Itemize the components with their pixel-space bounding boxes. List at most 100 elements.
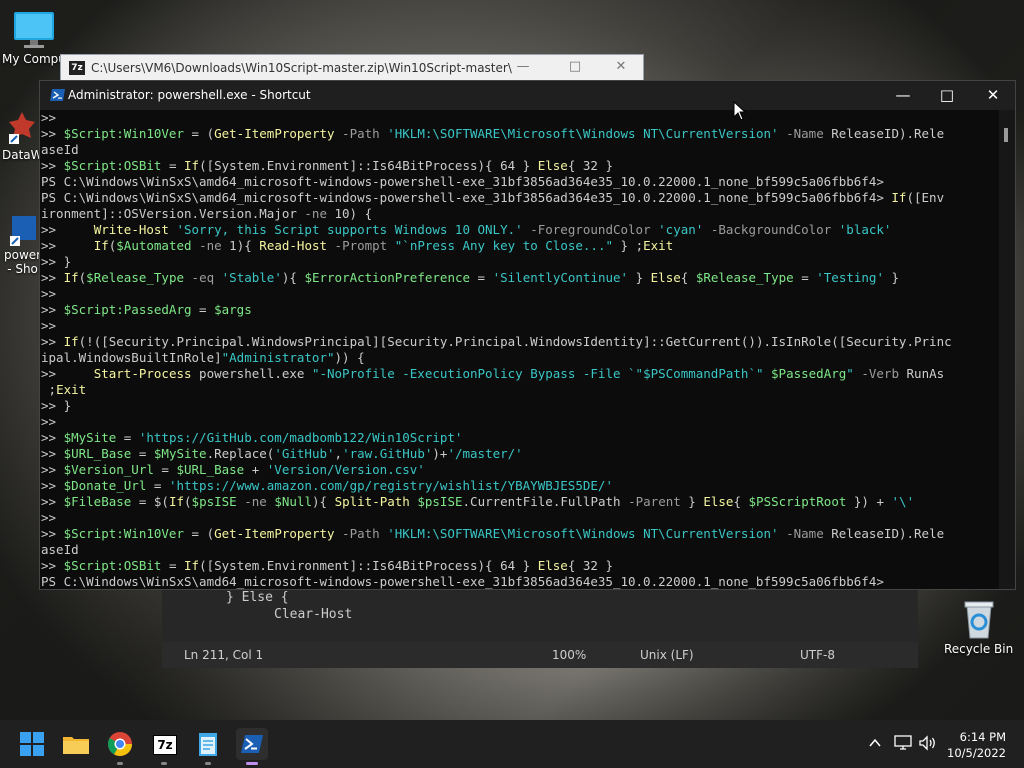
network-icon[interactable] <box>893 734 913 752</box>
console-token: "Administrator" <box>221 350 335 365</box>
console-token: $FileBase <box>63 494 132 509</box>
console-token: >> <box>41 510 57 525</box>
console-token: { <box>733 494 749 509</box>
desktop-icon-powershell-shortcut[interactable]: power - Sho <box>4 212 41 276</box>
console-token: } <box>883 270 900 285</box>
console-token: $Release_Type <box>86 270 185 285</box>
console-token: { <box>680 270 696 285</box>
close-button[interactable]: ✕ <box>970 84 1016 108</box>
console-token: 'raw.GitHub' <box>342 446 433 461</box>
chevron-up-icon[interactable] <box>868 736 882 750</box>
desktop-icon-label-line2: - Sho <box>7 262 38 276</box>
clock-time: 6:14 PM <box>959 730 1006 744</box>
console-token: >> <box>41 270 64 285</box>
taskbar-7zip[interactable]: 7z <box>148 728 180 765</box>
console-line: >> <box>40 318 999 334</box>
console-token: Get-ItemProperty <box>214 126 335 141</box>
console-token: 'https://GitHub.com/madbomb122/Win10Scri… <box>138 430 463 445</box>
console-token: $ErrorActionPreference <box>304 270 471 285</box>
taskbar-notepad[interactable] <box>192 728 224 765</box>
start-button[interactable] <box>16 728 48 760</box>
console-line: >> If($Automated -ne 1){ Read-Host -Prom… <box>40 238 999 254</box>
console-token: Split-Path <box>334 494 410 509</box>
title-bar[interactable]: Administrator: powershell.exe - Shortcut… <box>40 81 1015 110</box>
explorer-window[interactable]: 7z C:\Users\VM6\Downloads\Win10Script-ma… <box>60 54 644 82</box>
console-token: )) { <box>334 350 365 365</box>
powershell-shortcut-icon <box>9 216 36 246</box>
console-token: = <box>470 270 493 285</box>
desktop-icon-label: DataW <box>2 148 43 162</box>
taskbar-chrome[interactable] <box>104 728 136 765</box>
console-token: 'Stable' <box>221 270 282 285</box>
minimize-button[interactable]: — <box>513 59 533 74</box>
line-ending[interactable]: Unix (LF) <box>640 648 694 662</box>
console-line: >> $FileBase = $(If($psISE -ne $Null){ S… <box>40 494 999 510</box>
scrollbar[interactable] <box>999 110 1015 589</box>
console-token: ([Env <box>906 190 945 205</box>
console-token: $Script:Win10Ver <box>63 526 184 541</box>
close-button[interactable]: ✕ <box>611 59 631 74</box>
volume-icon[interactable] <box>918 734 938 752</box>
console-token: $psISE <box>409 494 463 509</box>
maximize-button[interactable]: □ <box>565 59 585 74</box>
console-token: PS C:\Windows\WinSxS\amd64_microsoft-win… <box>41 190 892 205</box>
minimize-button[interactable]: — <box>880 84 926 108</box>
clock[interactable]: 6:14 PM 10/5/2022 <box>947 729 1006 761</box>
console-line: aseId <box>40 142 999 158</box>
console-token: = <box>153 462 177 477</box>
console-line: >> $Script:OSBit = If([System.Environmen… <box>40 558 999 574</box>
datawrapper-icon <box>9 112 36 144</box>
console-token: >> <box>41 238 94 253</box>
scrollbar-thumb[interactable] <box>1004 128 1008 142</box>
console-token: >> <box>41 446 64 461</box>
console-token: } <box>628 270 651 285</box>
powershell-icon <box>50 89 65 101</box>
console-token: >> <box>41 334 64 349</box>
console-line: PS C:\Windows\WinSxS\amd64_microsoft-win… <box>40 190 999 206</box>
console-token: = $( <box>131 494 169 509</box>
console-token: ([System.Environment]::Is64BitProcess){ … <box>199 158 538 173</box>
encoding[interactable]: UTF-8 <box>800 648 835 662</box>
desktop-icon-datawrapper[interactable]: DataW <box>2 110 43 162</box>
chrome-icon <box>107 732 132 757</box>
console-token: 'cyan' <box>658 222 704 237</box>
cursor-position[interactable]: Ln 211, Col 1 <box>184 648 263 662</box>
console-line: >> $Script:OSBit = If([System.Environmen… <box>40 158 999 174</box>
maximize-button[interactable]: □ <box>924 84 970 108</box>
taskbar-powershell[interactable] <box>236 728 268 765</box>
console-token: " <box>846 366 854 381</box>
console-token: -ne <box>236 494 275 509</box>
console-token: ; <box>41 382 57 397</box>
console-token: .CurrentFile.FullPath <box>462 494 621 509</box>
console-line: >> $Script:PassedArg = $args <box>40 302 999 318</box>
console-output[interactable]: >> >> $Script:Win10Ver = (Get-ItemPropert… <box>40 110 999 589</box>
console-token: ReleaseID).Rele <box>831 126 945 141</box>
console-token: -ForegroundColor <box>522 222 659 237</box>
console-line: >> } <box>40 398 999 414</box>
console-token: 1){ <box>221 238 260 253</box>
console-token: } ; <box>613 238 644 253</box>
console-token: = ( <box>184 526 215 541</box>
console-line: >> $URL_Base = $MySite.Replace('GitHub',… <box>40 446 999 462</box>
zoom-level[interactable]: 100% <box>552 648 586 662</box>
console-token: aseId <box>41 542 79 557</box>
console-token: $PSScriptRoot <box>748 494 847 509</box>
console-token: = <box>131 446 154 461</box>
desktop-icon-recycle-bin[interactable]: Recycle Bin <box>944 598 1013 656</box>
console-token: $Script:OSBit <box>63 558 162 573</box>
console-token: Get-ItemProperty <box>214 526 335 541</box>
console-token: ){ <box>281 270 305 285</box>
console-line: >> <box>40 286 999 302</box>
taskbar-file-explorer[interactable] <box>60 728 92 760</box>
desktop-icon-my-computer[interactable]: My Compu <box>2 10 66 66</box>
console-token: "-NoProfile -ExecutionPolicy Bypass -Fil… <box>311 366 772 381</box>
console-token: powershell.exe <box>191 366 312 381</box>
console-line: >> Start-Process powershell.exe "-NoProf… <box>40 366 999 382</box>
powershell-window[interactable]: Administrator: powershell.exe - Shortcut… <box>39 80 1016 590</box>
console-token: If <box>93 238 109 253</box>
console-token: ([System.Environment]::Is64BitProcess){ … <box>199 558 538 573</box>
console-token: RunAs <box>906 366 945 381</box>
console-token: $URL_Base <box>63 446 132 461</box>
notepad-window[interactable]: } Else { Clear-Host Ln 211, Col 1 100% U… <box>162 588 918 668</box>
console-token: $Script:Win10Ver <box>63 126 184 141</box>
